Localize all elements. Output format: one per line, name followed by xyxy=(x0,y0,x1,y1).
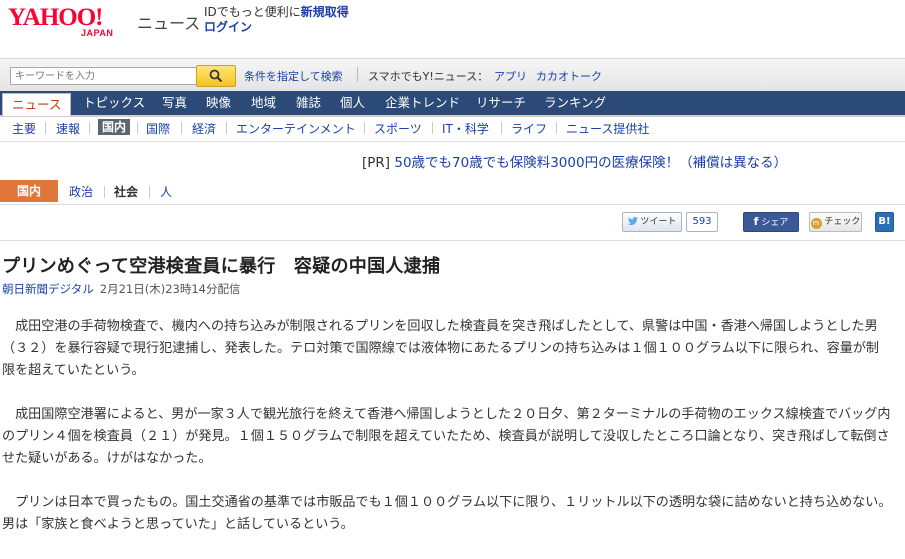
divider xyxy=(226,122,227,134)
login-promo: IDでもっと便利に新規取得 ログイン xyxy=(204,5,349,35)
app-link[interactable]: アプリ xyxy=(494,68,527,84)
hatena-bookmark-button[interactable]: B! xyxy=(875,212,894,232)
tweet-label: ツイート xyxy=(640,217,677,227)
subnav-economy[interactable]: 経済 xyxy=(192,120,216,137)
nav-news[interactable]: ニュース xyxy=(2,93,72,116)
mixi-icon: m xyxy=(810,218,822,229)
divider xyxy=(89,122,90,134)
subnav-life[interactable]: ライフ xyxy=(511,120,547,137)
divider xyxy=(364,122,365,134)
nav-individual[interactable]: 個人 xyxy=(340,94,365,113)
nav-magazine[interactable]: 雑誌 xyxy=(296,94,321,113)
article-date: 2月21日(木)23時14分配信 xyxy=(99,282,241,296)
service-name[interactable]: ニュース xyxy=(137,10,200,34)
subnav-international[interactable]: 国際 xyxy=(146,120,170,137)
nav-photos[interactable]: 写真 xyxy=(162,94,187,113)
mixi-check-button[interactable]: m チェック xyxy=(809,212,862,232)
login-link[interactable]: ログイン xyxy=(204,20,252,34)
search-button[interactable] xyxy=(196,65,236,87)
subnav-breaking[interactable]: 速報 xyxy=(56,120,80,137)
divider xyxy=(149,186,150,198)
category-tabs: 国内 政治 社会 人 xyxy=(0,180,905,205)
tab-society[interactable]: 社会 xyxy=(114,183,138,200)
article-paragraph: 成田空港の手荷物検査で、機内への持ち込みが制限されるプリンを回収した検査員を突き… xyxy=(2,319,880,378)
divider xyxy=(501,122,502,134)
subnav-domestic[interactable]: 国内 xyxy=(98,119,131,135)
pr-tag: [PR] xyxy=(362,155,391,171)
pr-ad[interactable]: [PR] 50歳でも70歳でも保険料3000円の医療保険！（補償は異なる） xyxy=(362,151,787,171)
search-bar: 条件を指定して検索 スマホでもY!ニュース： アプリ カカオトーク xyxy=(0,58,905,92)
article-headline: プリンめぐって空港検査員に暴行 容疑の中国人逮捕 xyxy=(2,256,441,277)
nav-corporate-trend[interactable]: 企業トレンド xyxy=(385,94,460,113)
divider xyxy=(0,240,905,241)
subnav-sports[interactable]: スポーツ xyxy=(374,120,422,137)
tweet-button[interactable]: ツイート xyxy=(622,212,682,232)
facebook-share-button[interactable]: f シェア xyxy=(743,212,799,232)
subnav-news-providers[interactable]: ニュース提供社 xyxy=(566,120,649,137)
nav-local[interactable]: 地域 xyxy=(251,94,276,113)
article-byline: 朝日新聞デジタル 2月21日(木)23時14分配信 xyxy=(2,281,240,297)
logo-sub-text: JAPAN xyxy=(81,28,114,38)
header: YAHOO! JAPAN ニュース IDでもっと便利に新規取得 ログイン xyxy=(0,0,905,58)
tab-people[interactable]: 人 xyxy=(160,183,172,200)
search-icon xyxy=(209,69,223,83)
search-input[interactable] xyxy=(10,67,202,85)
sub-nav: 主要 速報 国内 国際 経済 エンターテインメント スポーツ IT・科学 ライフ… xyxy=(0,117,905,142)
tab-domestic[interactable]: 国内 xyxy=(0,180,58,202)
signup-link[interactable]: 新規取得 xyxy=(301,5,349,19)
twitter-bird-icon xyxy=(627,217,638,226)
facebook-icon: f xyxy=(753,215,759,228)
divider xyxy=(45,122,46,134)
mixi-check-label: チェック xyxy=(824,217,861,227)
tab-politics[interactable]: 政治 xyxy=(69,183,93,200)
article-paragraph: プリンは日本で買ったもの。国土交通省の基準では市販品でも１個１００グラム以下に限… xyxy=(2,495,892,532)
kakaotalk-link[interactable]: カカオトーク xyxy=(536,68,602,84)
divider xyxy=(137,122,138,134)
divider xyxy=(432,122,433,134)
divider xyxy=(104,186,105,198)
article-body: 成田空港の手荷物検査で、機内への持ち込みが制限されるプリンを回収した検査員を突き… xyxy=(2,316,892,558)
facebook-share-label: シェア xyxy=(761,218,789,228)
global-nav: ニュース トピックス 写真 映像 地域 雑誌 個人 企業トレンド リサーチ ラン… xyxy=(0,91,905,117)
promo-text: IDでもっと便利に xyxy=(204,5,301,19)
article-source-link[interactable]: 朝日新聞デジタル xyxy=(2,282,94,296)
subnav-entertainment[interactable]: エンターテインメント xyxy=(236,120,356,137)
divider xyxy=(357,67,358,82)
article-paragraph: 成田国際空港署によると、男が一家３人で観光旅行を終えて香港へ帰国しようとした２０… xyxy=(2,407,891,466)
nav-topics[interactable]: トピックス xyxy=(83,94,145,113)
divider xyxy=(181,122,182,134)
subnav-it-science[interactable]: IT・科学 xyxy=(442,120,489,137)
tweet-count[interactable]: 593 xyxy=(686,212,718,232)
subnav-main[interactable]: 主要 xyxy=(12,120,36,137)
nav-video[interactable]: 映像 xyxy=(206,94,231,113)
pr-ad-text[interactable]: 50歳でも70歳でも保険料3000円の医療保険！（補償は異なる） xyxy=(394,155,787,171)
nav-research[interactable]: リサーチ xyxy=(476,94,526,113)
yahoo-japan-logo[interactable]: YAHOO! JAPAN xyxy=(8,4,132,42)
smartphone-label: スマホでもY!ニュース： xyxy=(368,70,489,83)
divider xyxy=(556,122,557,134)
advanced-search-link[interactable]: 条件を指定して検索 xyxy=(244,68,343,84)
nav-ranking[interactable]: ランキング xyxy=(544,94,606,113)
